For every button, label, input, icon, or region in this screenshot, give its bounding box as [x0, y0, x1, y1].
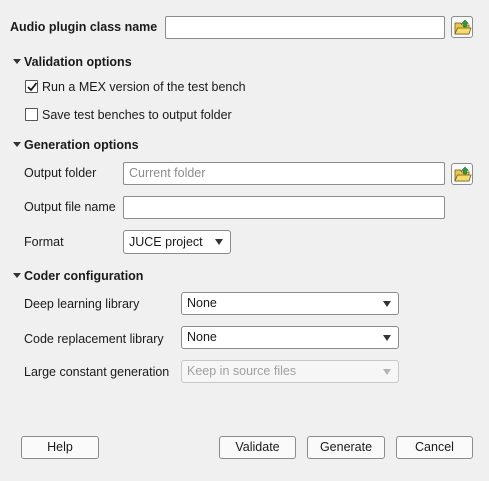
- validation-collapse-icon[interactable]: [13, 59, 21, 64]
- plugin-class-label: Audio plugin class name: [10, 20, 158, 34]
- coder-heading: Coder configuration: [24, 269, 144, 283]
- format-value: JUCE project: [129, 235, 203, 249]
- save-testbench-label[interactable]: Save test benches to output folder: [42, 107, 232, 123]
- code-replacement-label: Code replacement library: [24, 332, 164, 346]
- folder-open-icon: [454, 166, 472, 182]
- large-constant-label: Large constant generation: [24, 365, 170, 379]
- coder-collapse-icon[interactable]: [13, 273, 21, 278]
- deep-learning-dropdown[interactable]: None: [181, 292, 399, 315]
- large-constant-dropdown: Keep in source files: [181, 360, 399, 383]
- format-dropdown[interactable]: JUCE project: [123, 230, 231, 254]
- save-testbench-checkbox[interactable]: [25, 108, 38, 121]
- deep-learning-value: None: [187, 296, 217, 310]
- output-file-input[interactable]: [123, 196, 445, 219]
- help-button[interactable]: Help: [21, 436, 99, 459]
- output-file-label: Output file name: [24, 200, 116, 214]
- checkmark-icon: [27, 82, 38, 92]
- output-folder-label: Output folder: [24, 166, 97, 180]
- generation-collapse-icon[interactable]: [13, 142, 21, 147]
- chevron-down-icon: [383, 369, 391, 375]
- chevron-down-icon: [383, 301, 391, 307]
- plugin-class-browse-button[interactable]: [451, 16, 473, 38]
- cancel-button[interactable]: Cancel: [396, 436, 473, 459]
- output-folder-input[interactable]: Current folder: [123, 162, 445, 185]
- code-replacement-value: None: [187, 330, 217, 344]
- folder-open-icon: [454, 19, 472, 35]
- output-folder-placeholder: Current folder: [129, 166, 206, 180]
- chevron-down-icon: [215, 239, 223, 245]
- run-mex-label[interactable]: Run a MEX version of the test bench: [42, 79, 246, 95]
- output-folder-browse-button[interactable]: [451, 163, 473, 185]
- validate-button[interactable]: Validate: [219, 436, 296, 459]
- run-mex-checkbox[interactable]: [25, 80, 38, 93]
- code-replacement-dropdown[interactable]: None: [181, 326, 399, 349]
- deep-learning-label: Deep learning library: [24, 297, 140, 311]
- generation-heading: Generation options: [24, 138, 139, 152]
- plugin-class-input[interactable]: [165, 16, 445, 39]
- generate-button[interactable]: Generate: [307, 436, 385, 459]
- chevron-down-icon: [383, 335, 391, 341]
- large-constant-value: Keep in source files: [187, 364, 297, 378]
- format-label: Format: [24, 235, 64, 249]
- validation-heading: Validation options: [24, 55, 132, 69]
